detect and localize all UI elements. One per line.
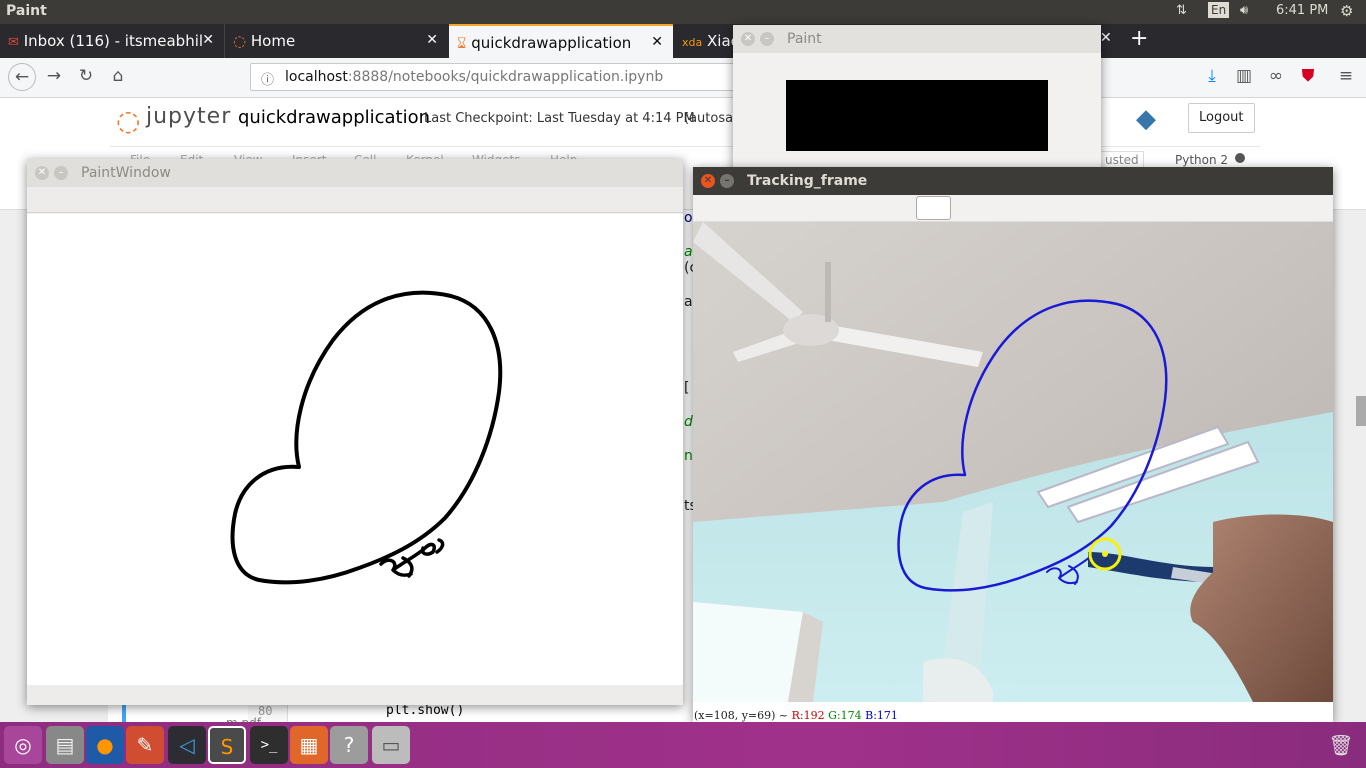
window-title: Tracking_frame xyxy=(747,173,868,189)
drawing-canvas[interactable] xyxy=(27,214,683,685)
firefox-icon[interactable]: ● xyxy=(86,726,124,764)
gmail-icon: ✉︎ xyxy=(8,35,19,50)
library-icon[interactable]: ▥ xyxy=(1232,66,1256,90)
url-text[interactable]: localhost:8888/notebooks/quickdrawapplic… xyxy=(285,69,663,85)
menu-hamburger-icon[interactable]: ≡ xyxy=(1334,66,1358,90)
tab-quickdrawapplication[interactable]: ⌛︎ quickdrawapplication ✕ xyxy=(449,24,673,58)
kernel-status-icon xyxy=(1235,153,1245,163)
checkpoint-text: Last Checkpoint: Last Tuesday at 4:14 PM xyxy=(424,111,695,126)
close-icon[interactable]: ✕ xyxy=(741,32,755,46)
close-icon[interactable]: ✕ xyxy=(35,166,49,180)
keyboard-indicator[interactable]: En xyxy=(1208,2,1230,18)
paint-preview-canvas xyxy=(786,80,1048,151)
vscode-icon[interactable]: ◁ xyxy=(168,726,206,764)
minimize-icon[interactable]: – xyxy=(760,32,774,46)
notebook-name[interactable]: quickdrawapplication xyxy=(238,107,430,128)
tab-close-icon[interactable]: ✕ xyxy=(1100,30,1112,46)
pixel-coords: (x=108, y=69) ~ xyxy=(694,709,789,722)
terminal-icon[interactable]: >_ xyxy=(250,726,288,764)
browser-tab-strip: ✉︎ Inbox (116) - itsmeabhil ✕ ◌ Home ✕ ⌛… xyxy=(0,24,1366,58)
pixel-status-bar: (x=108, y=69) ~ R:192 G:174 B:171 xyxy=(693,702,1333,722)
tab-close-icon[interactable]: ✕ xyxy=(202,32,214,48)
pixel-green: G:174 xyxy=(828,709,862,722)
code-fragment: [ xyxy=(684,380,690,396)
files-icon[interactable]: ▤ xyxy=(46,726,84,764)
forward-arrow-icon[interactable]: → xyxy=(42,66,66,90)
tracking-frame-titlebar[interactable]: ✕ – Tracking_frame xyxy=(693,167,1333,195)
url-bar[interactable]: ⓘ localhost:8888/notebooks/quickdrawappl… xyxy=(250,63,740,91)
code-line[interactable]: plt.show() xyxy=(386,703,464,718)
tab-close-icon[interactable]: ✕ xyxy=(651,34,663,50)
system-top-bar: Paint ⇅ En 🔊︎ 6:41 PM ⚙︎ xyxy=(0,0,1366,24)
paintwindow-statusbar xyxy=(27,685,683,705)
window-title: Paint xyxy=(787,31,822,47)
sync-icon[interactable]: ∞ xyxy=(1264,66,1288,90)
tab-home[interactable]: ◌ Home ✕ xyxy=(224,24,448,58)
minimize-icon[interactable]: – xyxy=(720,174,734,188)
pixel-red: R:192 xyxy=(791,709,825,722)
network-icon[interactable]: ⇅ xyxy=(1176,3,1187,18)
sublime-icon[interactable]: S xyxy=(208,726,246,764)
pixel-blue: B:171 xyxy=(865,709,898,722)
drive-icon[interactable]: ▭ xyxy=(372,726,410,764)
kernel-name: Python 2 xyxy=(1175,153,1229,167)
page-scrollbar-thumb[interactable] xyxy=(1356,396,1366,426)
home-icon[interactable]: ⌂ xyxy=(106,66,130,90)
logout-button[interactable]: Logout xyxy=(1188,103,1255,133)
paint-window-titlebar[interactable]: ✕ – Paint xyxy=(733,25,1101,53)
python-logo-icon: ◆ xyxy=(1136,104,1156,134)
close-icon[interactable]: ✕ xyxy=(701,174,715,188)
tab-label: Home xyxy=(250,32,296,50)
settings-icon[interactable]: ✎ xyxy=(126,726,164,764)
addon-shield-icon[interactable]: ⛊ xyxy=(1296,66,1320,90)
download-icon[interactable]: ⤓ xyxy=(1200,66,1224,90)
paintwindow-toolbar xyxy=(27,187,683,213)
jupyter-icon: ◌ xyxy=(233,32,247,50)
new-tab-plus-icon[interactable]: + xyxy=(1130,26,1148,51)
jupyter-logo-text[interactable]: jupyter xyxy=(146,104,231,129)
back-arrow-icon[interactable]: ← xyxy=(8,63,36,91)
launcher-dock: ◎ ▤ ● ✎ ◁ S >_ ▦ ? ▭ 🗑︎ xyxy=(0,722,1366,768)
camera-feed[interactable] xyxy=(693,222,1333,702)
power-gear-icon[interactable]: ⚙︎ xyxy=(1340,2,1353,20)
trash-icon[interactable]: 🗑︎ xyxy=(1322,726,1360,764)
paintwindow-titlebar[interactable]: ✕ – PaintWindow xyxy=(27,159,683,187)
toolbar-button[interactable] xyxy=(916,196,951,220)
help-icon[interactable]: ? xyxy=(330,726,368,764)
xda-icon: xda xyxy=(682,36,703,49)
tab-label: quickdrawapplication xyxy=(471,34,632,52)
reload-icon[interactable]: ↻ xyxy=(74,66,98,90)
impress-icon[interactable]: ▦ xyxy=(290,726,328,764)
hourglass-icon: ⌛︎ xyxy=(457,34,467,52)
volume-icon[interactable]: 🔊︎ xyxy=(1240,3,1248,18)
code-fragment: a xyxy=(684,244,693,260)
minimize-icon[interactable]: – xyxy=(54,166,68,180)
tab-inbox[interactable]: ✉︎ Inbox (116) - itsmeabhil ✕ xyxy=(0,24,224,58)
window-title: PaintWindow xyxy=(81,165,171,181)
active-app-title: Paint xyxy=(6,3,47,19)
tab-xiac[interactable]: xda Xiac xyxy=(674,24,734,58)
code-fragment: o xyxy=(684,210,693,226)
jupyter-logo-icon[interactable]: ◌ xyxy=(116,104,140,137)
paintwindow: ✕ – PaintWindow xyxy=(27,159,683,705)
tab-label: Inbox (116) - itsmeabhil xyxy=(23,32,204,50)
tracking-frame-window: ✕ – Tracking_frame (x=108, y=69) ~ R:192… xyxy=(693,167,1333,722)
info-icon[interactable]: ⓘ xyxy=(261,69,274,88)
ubuntu-logo-icon[interactable]: ◎ xyxy=(4,726,42,764)
tracking-toolbar xyxy=(693,195,1333,222)
tab-close-icon[interactable]: ✕ xyxy=(426,32,438,48)
tab-label: Xiac xyxy=(707,32,734,50)
clock[interactable]: 6:41 PM xyxy=(1276,3,1328,18)
